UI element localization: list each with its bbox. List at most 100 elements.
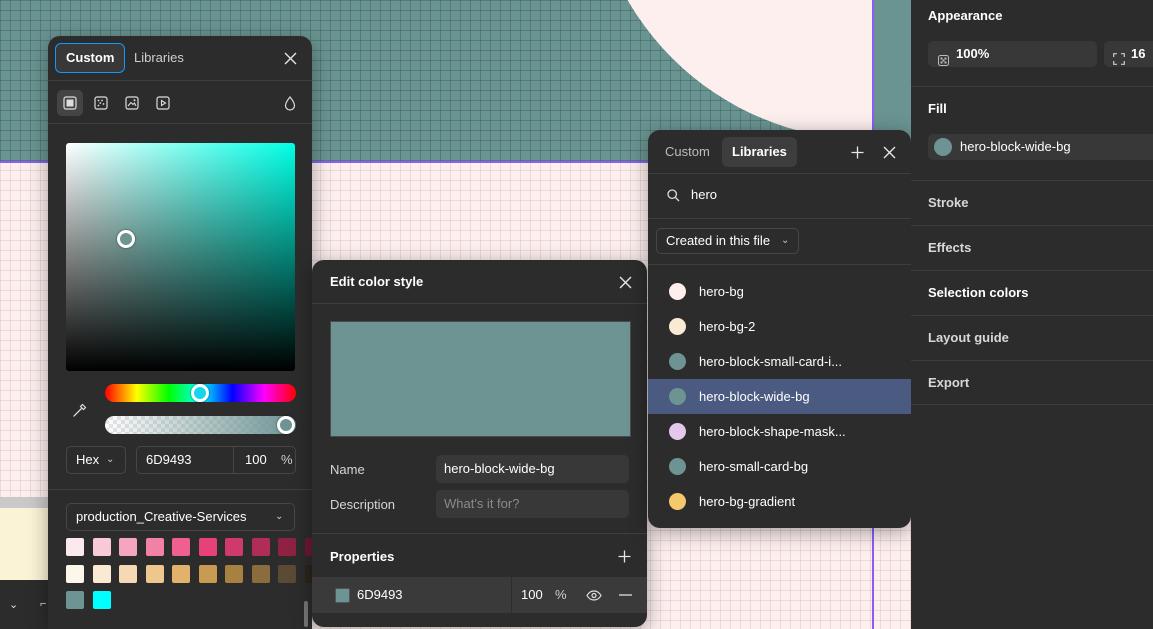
color-swatch[interactable]: [172, 538, 190, 556]
fill-style-row[interactable]: hero-block-wide-bg: [928, 134, 1153, 160]
tab-custom[interactable]: Custom: [55, 43, 126, 73]
color-swatch[interactable]: [225, 564, 243, 583]
stroke-section[interactable]: Stroke: [911, 180, 1153, 225]
layout-guide-section[interactable]: Layout guide: [911, 315, 1153, 360]
opacity-value[interactable]: 100%: [956, 41, 989, 67]
search-input[interactable]: hero: [691, 186, 717, 204]
hex-input[interactable]: 6D9493 100 %: [136, 446, 296, 474]
color-swatch[interactable]: [198, 538, 217, 556]
close-icon[interactable]: [879, 142, 899, 162]
color-format-select[interactable]: Hex ⌄: [66, 446, 126, 474]
add-property-icon[interactable]: [614, 546, 634, 566]
gradient-fill-icon[interactable]: [88, 90, 114, 116]
corner-radius-field[interactable]: 16: [1104, 41, 1153, 67]
style-list-item[interactable]: hero-block-wide-bg: [648, 379, 911, 414]
blend-mode-drop-icon[interactable]: [278, 92, 302, 114]
color-swatch[interactable]: [172, 564, 190, 583]
color-swatch[interactable]: [119, 564, 137, 583]
tab-custom[interactable]: Custom: [655, 137, 720, 167]
scrollbar[interactable]: [304, 601, 308, 627]
style-color-dot: [669, 353, 686, 370]
divider: [648, 218, 911, 219]
library-select[interactable]: production_Creative-Services ⌄: [66, 503, 295, 531]
opacity-input[interactable]: 100: [245, 447, 267, 473]
close-icon[interactable]: [278, 48, 302, 68]
style-list-item[interactable]: hero-block-small-card-i...: [648, 344, 911, 379]
style-list-item[interactable]: hero-bg-gradient: [648, 484, 911, 519]
style-list-item[interactable]: hero-bg-2: [648, 309, 911, 344]
property-hex[interactable]: 6D9493: [357, 577, 403, 613]
color-swatch[interactable]: [92, 591, 111, 609]
name-field[interactable]: hero-block-wide-bg: [436, 455, 629, 483]
style-color-dot: [669, 283, 686, 300]
close-icon[interactable]: [613, 272, 637, 292]
color-swatch[interactable]: [278, 564, 296, 583]
opacity-icon: [938, 49, 949, 75]
color-swatch[interactable]: [92, 538, 111, 556]
style-name: hero-small-card-bg: [699, 459, 809, 474]
color-swatch[interactable]: [251, 564, 270, 583]
add-icon[interactable]: [847, 142, 867, 162]
divider: [511, 577, 512, 613]
color-swatch[interactable]: [66, 591, 84, 609]
hue-handle[interactable]: [191, 384, 209, 402]
chevron-down-icon: ⌄: [781, 235, 790, 246]
divider: [233, 447, 234, 473]
style-list-item[interactable]: hero-bg: [648, 274, 911, 309]
eye-icon[interactable]: [584, 586, 604, 604]
style-color-dot: [669, 318, 686, 335]
eyedropper-icon[interactable]: [68, 399, 90, 421]
color-swatch[interactable]: [198, 564, 217, 583]
color-swatch[interactable]: [66, 564, 84, 583]
chevron-down-icon: ⌄: [106, 454, 115, 465]
property-row[interactable]: 6D9493 100 %: [312, 577, 647, 613]
color-swatch[interactable]: [119, 538, 137, 556]
layout-guide-heading: Layout guide: [928, 330, 1009, 345]
color-swatch[interactable]: [304, 564, 312, 583]
color-swatch[interactable]: [145, 538, 164, 556]
library-filter-value: Created in this file: [666, 233, 771, 248]
color-swatch[interactable]: [278, 538, 296, 556]
hue-slider[interactable]: [105, 384, 296, 402]
color-swatch[interactable]: [66, 538, 84, 556]
image-fill-icon[interactable]: [119, 90, 145, 116]
canvas-element-yellow[interactable]: [0, 508, 50, 580]
percent-sign: %: [281, 452, 293, 467]
library-filter-select[interactable]: Created in this file ⌄: [656, 228, 799, 254]
color-chip[interactable]: [335, 588, 350, 603]
hex-value[interactable]: 6D9493: [146, 447, 192, 473]
color-swatch[interactable]: [304, 538, 312, 556]
selection-colors-section[interactable]: Selection colors: [911, 270, 1153, 315]
color-handle[interactable]: [117, 230, 135, 248]
color-swatch[interactable]: [92, 564, 111, 583]
export-section[interactable]: Export: [911, 360, 1153, 405]
fill-color-dot[interactable]: [934, 138, 952, 156]
saturation-value-area[interactable]: [66, 143, 295, 371]
export-heading: Export: [928, 375, 970, 390]
panel-title: Edit color style: [330, 274, 424, 289]
style-list-item[interactable]: hero-small-card-bg: [648, 449, 911, 484]
chevron-down-icon[interactable]: ⌄: [9, 598, 18, 611]
color-swatch[interactable]: [251, 538, 270, 556]
property-opacity[interactable]: 100: [521, 577, 543, 613]
opacity-handle[interactable]: [277, 416, 295, 434]
opacity-slider[interactable]: [105, 416, 296, 434]
color-swatch[interactable]: [145, 564, 164, 583]
description-field[interactable]: What's it for?: [436, 490, 629, 518]
properties-label: Properties: [330, 549, 395, 564]
tab-libraries[interactable]: Libraries: [124, 43, 194, 73]
opacity-field[interactable]: 100%: [928, 41, 1097, 67]
corner-radius-value[interactable]: 16: [1131, 41, 1145, 67]
frame-tool-icon[interactable]: ⌐: [40, 598, 46, 610]
divider: [312, 303, 647, 304]
tab-libraries[interactable]: Libraries: [722, 137, 797, 167]
color-swatch[interactable]: [225, 538, 243, 556]
style-list-item[interactable]: hero-block-shape-mask...: [648, 414, 911, 449]
solid-fill-icon[interactable]: [57, 90, 83, 116]
appearance-heading: Appearance: [928, 8, 1003, 23]
effects-section[interactable]: Effects: [911, 225, 1153, 270]
fill-style-name[interactable]: hero-block-wide-bg: [960, 134, 1071, 160]
remove-property-icon[interactable]: [615, 586, 635, 604]
video-fill-icon[interactable]: [150, 90, 176, 116]
divider: [312, 533, 647, 534]
